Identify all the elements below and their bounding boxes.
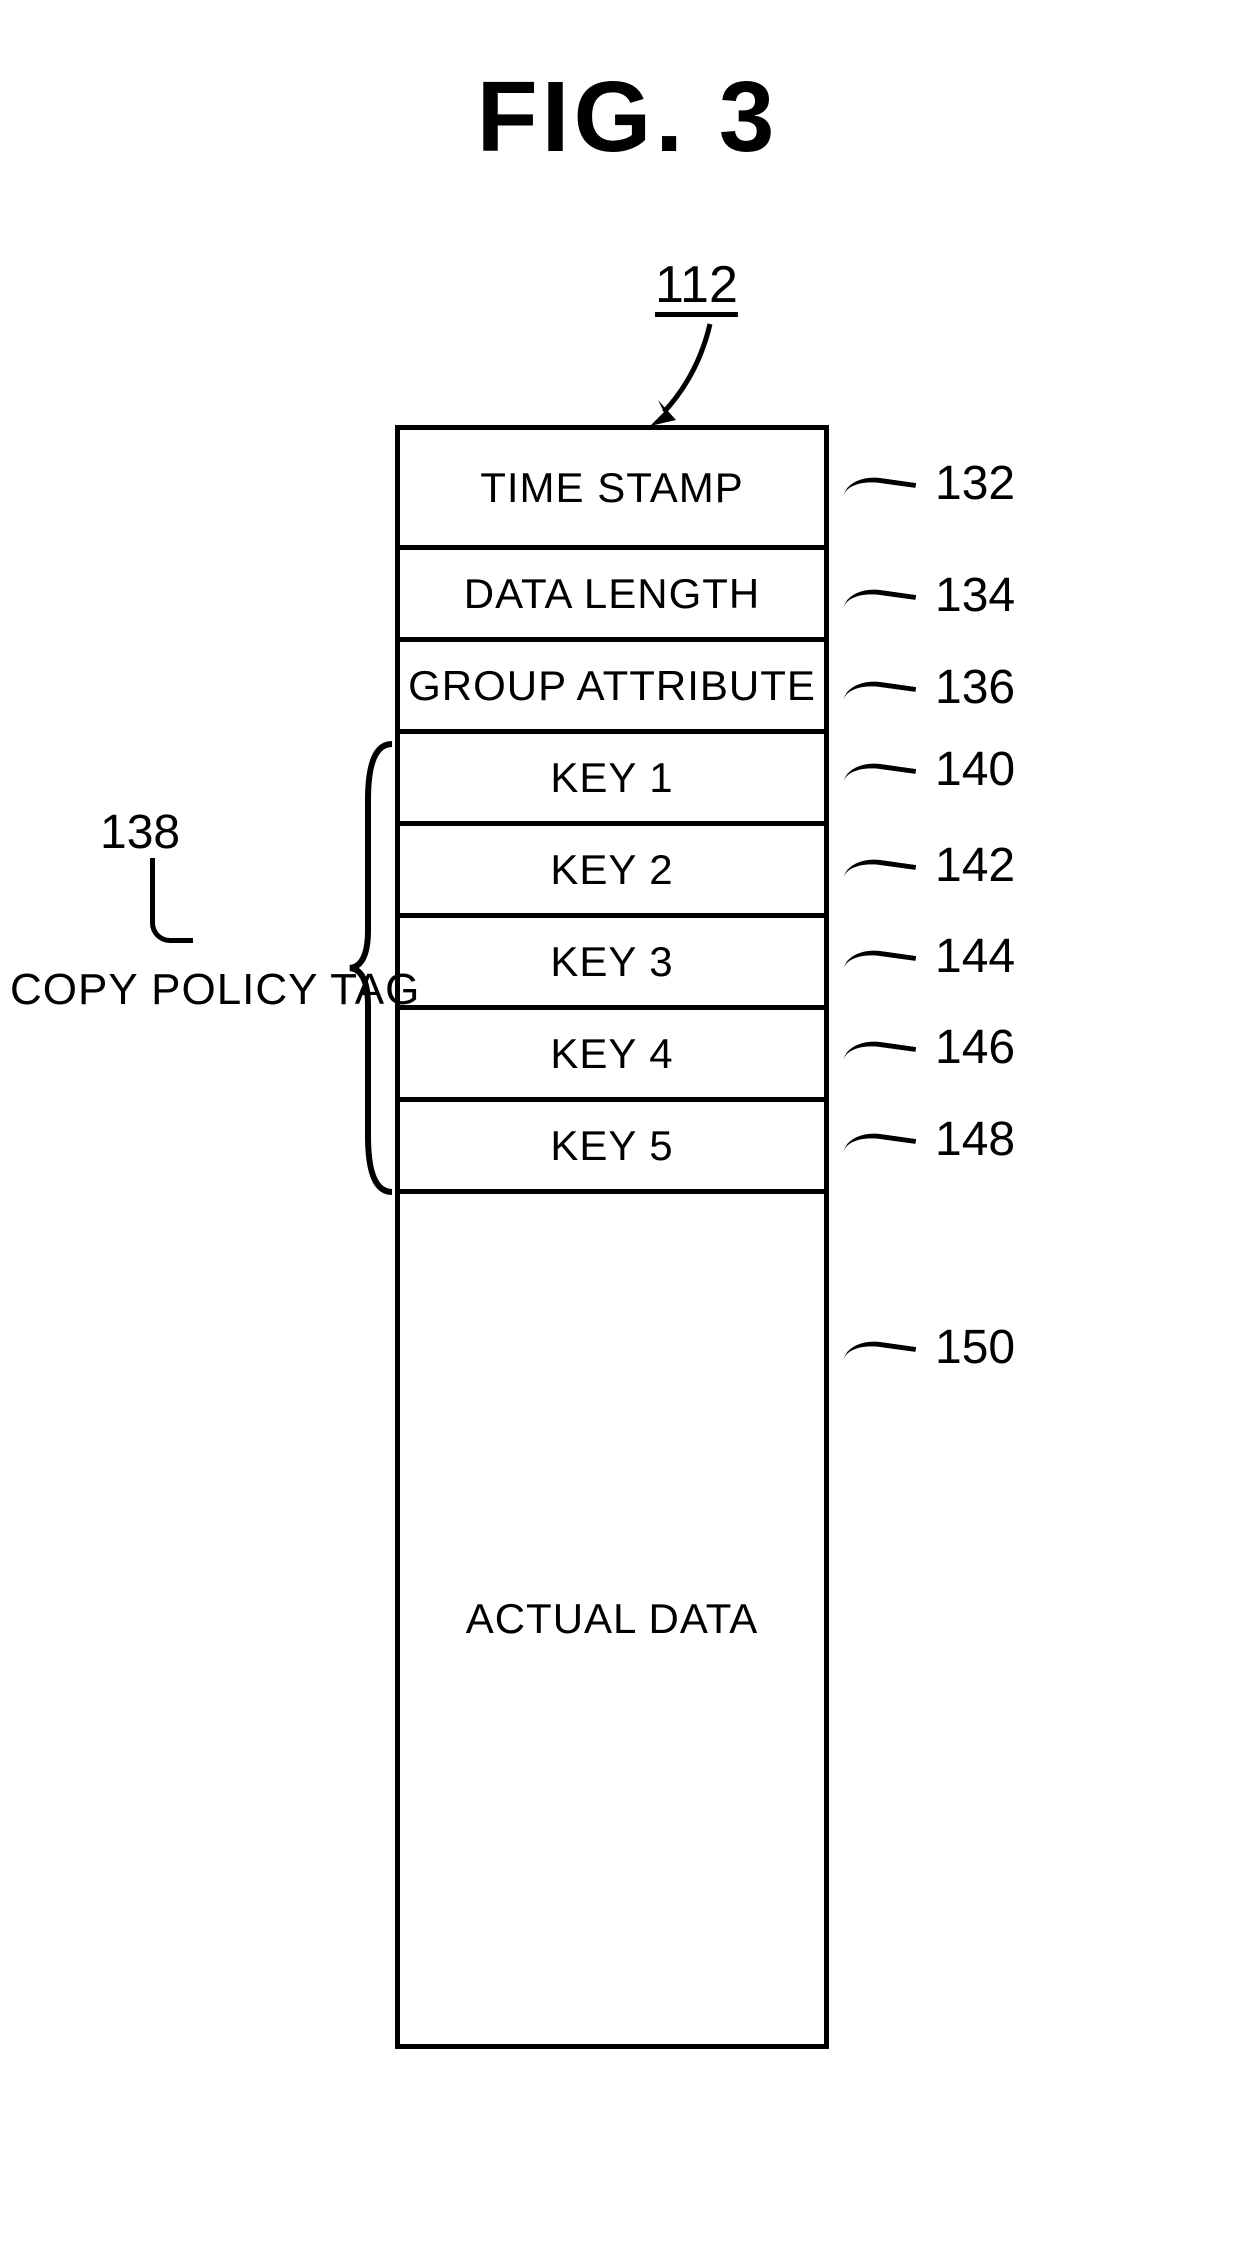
ref-copy-policy: 138 [100,805,180,860]
ref-key-3: 144 [935,929,1015,984]
data-structure-table: TIME STAMP DATA LENGTH GROUP ATTRIBUTE K… [395,425,829,2049]
cell-key-4: KEY 4 [395,1010,829,1102]
cell-data-length: DATA LENGTH [395,550,829,642]
cell-actual-data: ACTUAL DATA [395,1194,829,2049]
struct-ref-number: 112 [655,255,738,315]
cell-time-stamp: TIME STAMP [395,425,829,550]
ref-data-length: 134 [935,568,1015,623]
struct-ref-arrow [640,320,720,430]
ref-actual-data: 150 [935,1320,1015,1375]
cell-key-2: KEY 2 [395,826,829,918]
cell-key-5: KEY 5 [395,1102,829,1194]
ref-group-attribute: 136 [935,660,1015,715]
cell-group-attribute: GROUP ATTRIBUTE [395,642,829,734]
ref-key-1: 140 [935,742,1015,797]
ref-time-stamp: 132 [935,456,1015,511]
figure-page: FIG. 3 112 TIME STAMP DATA LENGTH GROUP … [0,0,1255,2260]
ref-key-2: 142 [935,838,1015,893]
ref-key-5: 148 [935,1112,1015,1167]
cell-key-1: KEY 1 [395,734,829,826]
cell-key-3: KEY 3 [395,918,829,1010]
figure-title: FIG. 3 [0,60,1255,175]
connector-copy-policy-ref [150,858,193,943]
curly-brace-icon [348,740,392,1196]
ref-key-4: 146 [935,1020,1015,1075]
